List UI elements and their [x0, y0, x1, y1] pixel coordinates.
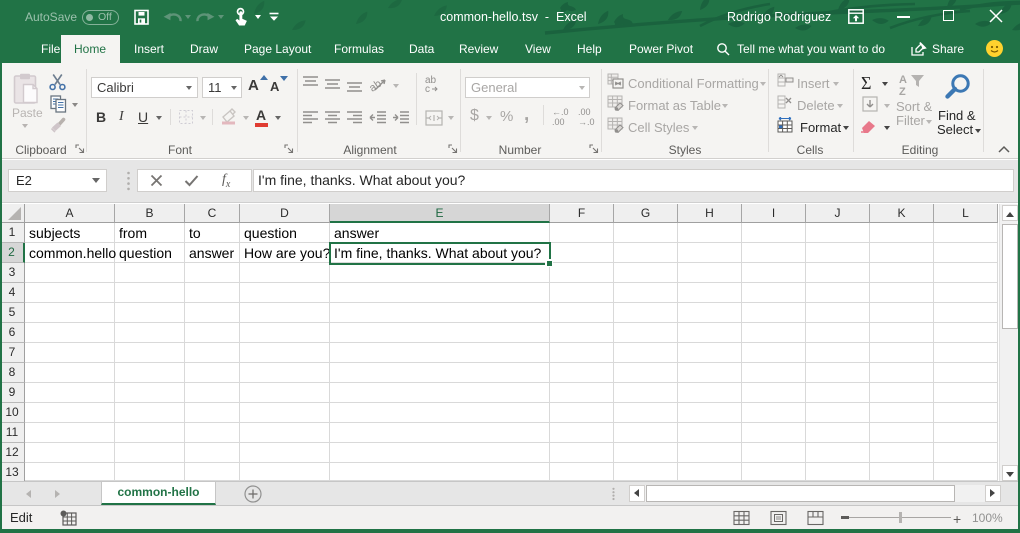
svg-text:Z: Z: [899, 86, 906, 97]
svg-text:A: A: [899, 74, 907, 86]
svg-text:c: c: [425, 84, 430, 92]
svg-text:ab: ab: [370, 78, 384, 93]
